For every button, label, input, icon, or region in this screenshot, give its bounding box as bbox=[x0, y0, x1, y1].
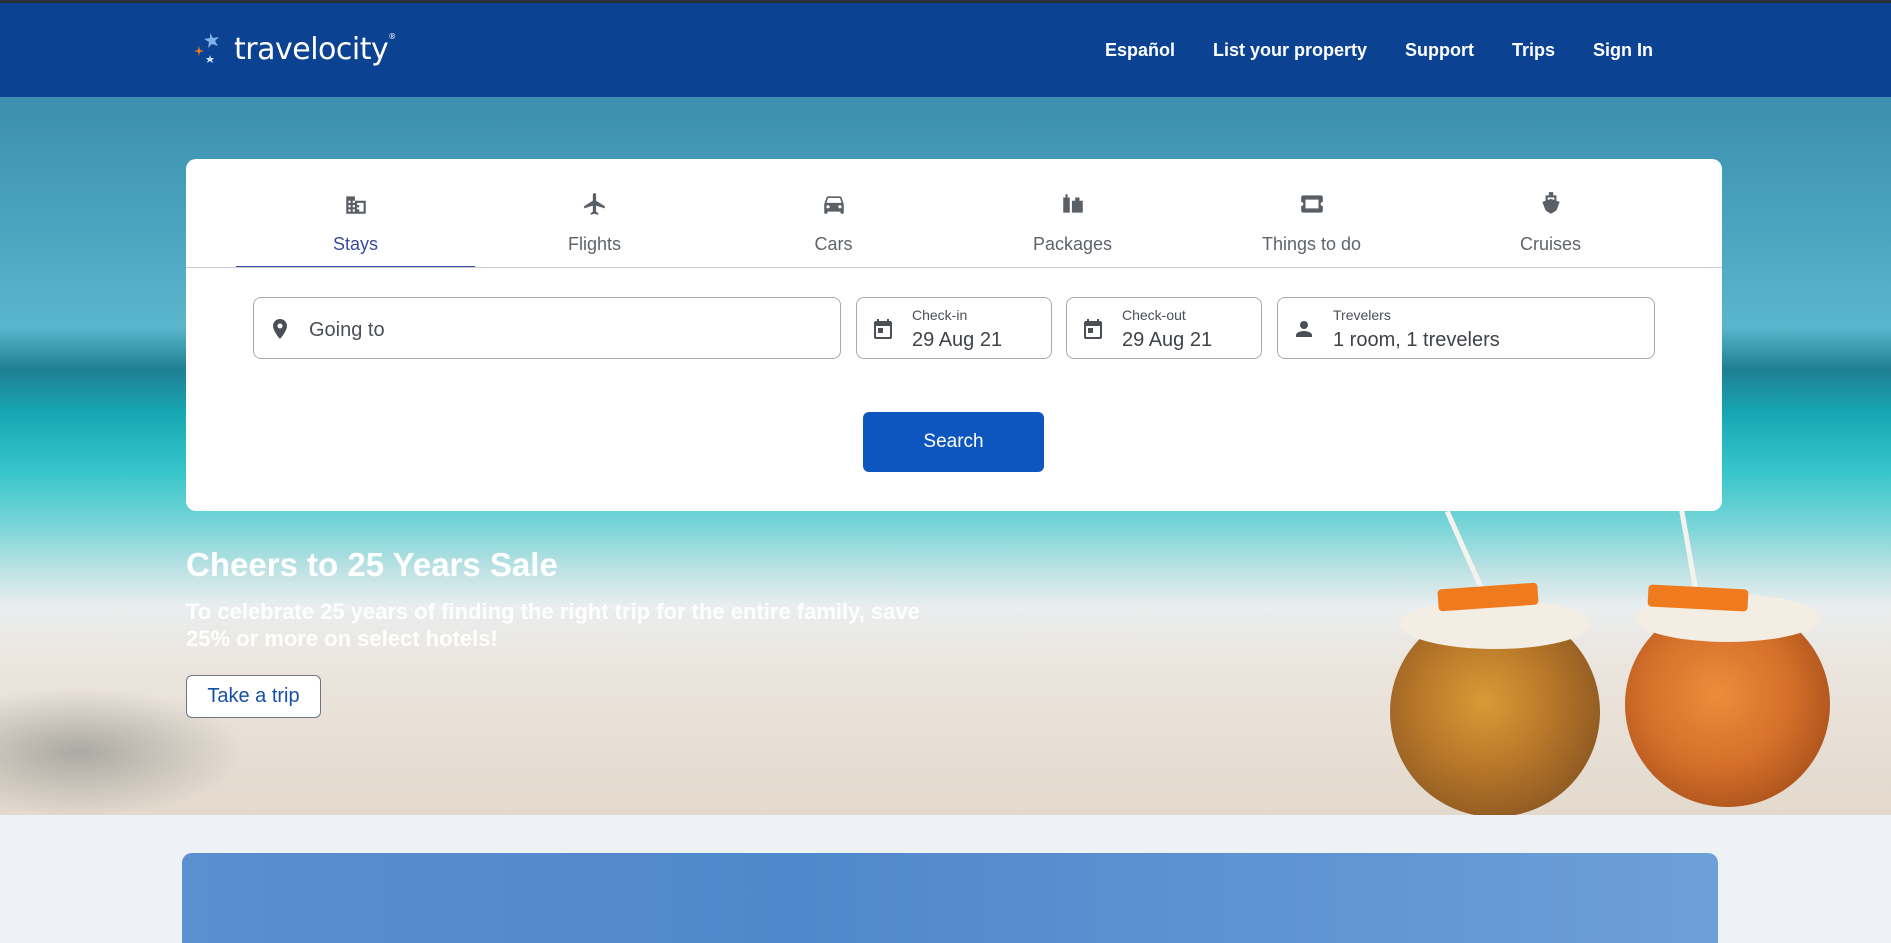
tab-cruises[interactable]: Cruises bbox=[1431, 159, 1670, 267]
nav-sign-in[interactable]: Sign In bbox=[1593, 40, 1653, 61]
nav-support[interactable]: Support bbox=[1405, 40, 1474, 61]
header-nav: Español List your property Support Trips… bbox=[1067, 40, 1653, 61]
destination-placeholder: Going to bbox=[309, 319, 385, 341]
tab-label: Cruises bbox=[1519, 234, 1581, 254]
checkin-label: Check-in bbox=[912, 307, 968, 323]
tab-label: Flights bbox=[567, 234, 621, 254]
ship-icon bbox=[1542, 192, 1560, 214]
building-icon bbox=[346, 196, 366, 214]
tab-things-to-do[interactable]: Things to do bbox=[1192, 159, 1431, 267]
checkout-field[interactable]: Check-out 29 Aug 21 bbox=[1066, 297, 1262, 359]
luggage-icon bbox=[1063, 194, 1083, 213]
checkin-field[interactable]: Check-in 29 Aug 21 bbox=[856, 297, 1052, 359]
nav-espanol[interactable]: Español bbox=[1105, 40, 1175, 61]
person-icon bbox=[1296, 321, 1312, 337]
search-tabs: Stays Flights Cars Packages Things to do bbox=[236, 159, 1672, 268]
nav-trips[interactable]: Trips bbox=[1512, 40, 1555, 61]
secondary-banner bbox=[182, 853, 1718, 943]
search-button[interactable]: Search bbox=[863, 412, 1044, 472]
travelers-field[interactable]: Trevelers 1 room, 1 trevelers bbox=[1277, 297, 1655, 359]
promo-title: Cheers to 25 Years Sale bbox=[186, 546, 558, 583]
tab-label: Packages bbox=[1032, 234, 1113, 254]
tabs-divider bbox=[186, 267, 1722, 268]
tab-flights[interactable]: Flights bbox=[475, 159, 714, 267]
tab-label: Cars bbox=[814, 234, 853, 254]
travelers-label: Trevelers bbox=[1333, 307, 1391, 323]
tab-stays[interactable]: Stays bbox=[236, 159, 475, 268]
ticket-icon bbox=[1301, 195, 1323, 213]
calendar-icon bbox=[1084, 319, 1102, 339]
calendar-icon bbox=[874, 319, 892, 339]
tab-cars[interactable]: Cars bbox=[714, 159, 953, 267]
tab-label: Stays bbox=[332, 234, 379, 254]
location-pin-icon bbox=[273, 319, 287, 339]
travelocity-logo[interactable]: travelocity® bbox=[188, 25, 396, 69]
logo-wordmark: travelocity® bbox=[234, 31, 396, 67]
travelers-value: 1 room, 1 trevelers bbox=[1333, 329, 1500, 351]
car-icon bbox=[824, 196, 844, 214]
tab-label: Things to do bbox=[1261, 234, 1362, 254]
checkout-value: 29 Aug 21 bbox=[1122, 329, 1213, 351]
destination-field[interactable]: Going to bbox=[253, 297, 841, 359]
promo-subtitle: To celebrate 25 years of finding the rig… bbox=[186, 599, 920, 651]
tab-packages[interactable]: Packages bbox=[953, 159, 1192, 267]
take-a-trip-button[interactable]: Take a trip bbox=[186, 675, 321, 718]
site-header: travelocity® Español List your property … bbox=[0, 3, 1891, 97]
plane-icon bbox=[584, 193, 605, 215]
logo-star-icon bbox=[194, 33, 219, 63]
search-card: Stays Flights Cars Packages Things to do bbox=[186, 159, 1722, 511]
checkin-value: 29 Aug 21 bbox=[912, 329, 1003, 351]
nav-list-property[interactable]: List your property bbox=[1213, 40, 1367, 61]
checkout-label: Check-out bbox=[1122, 307, 1186, 323]
